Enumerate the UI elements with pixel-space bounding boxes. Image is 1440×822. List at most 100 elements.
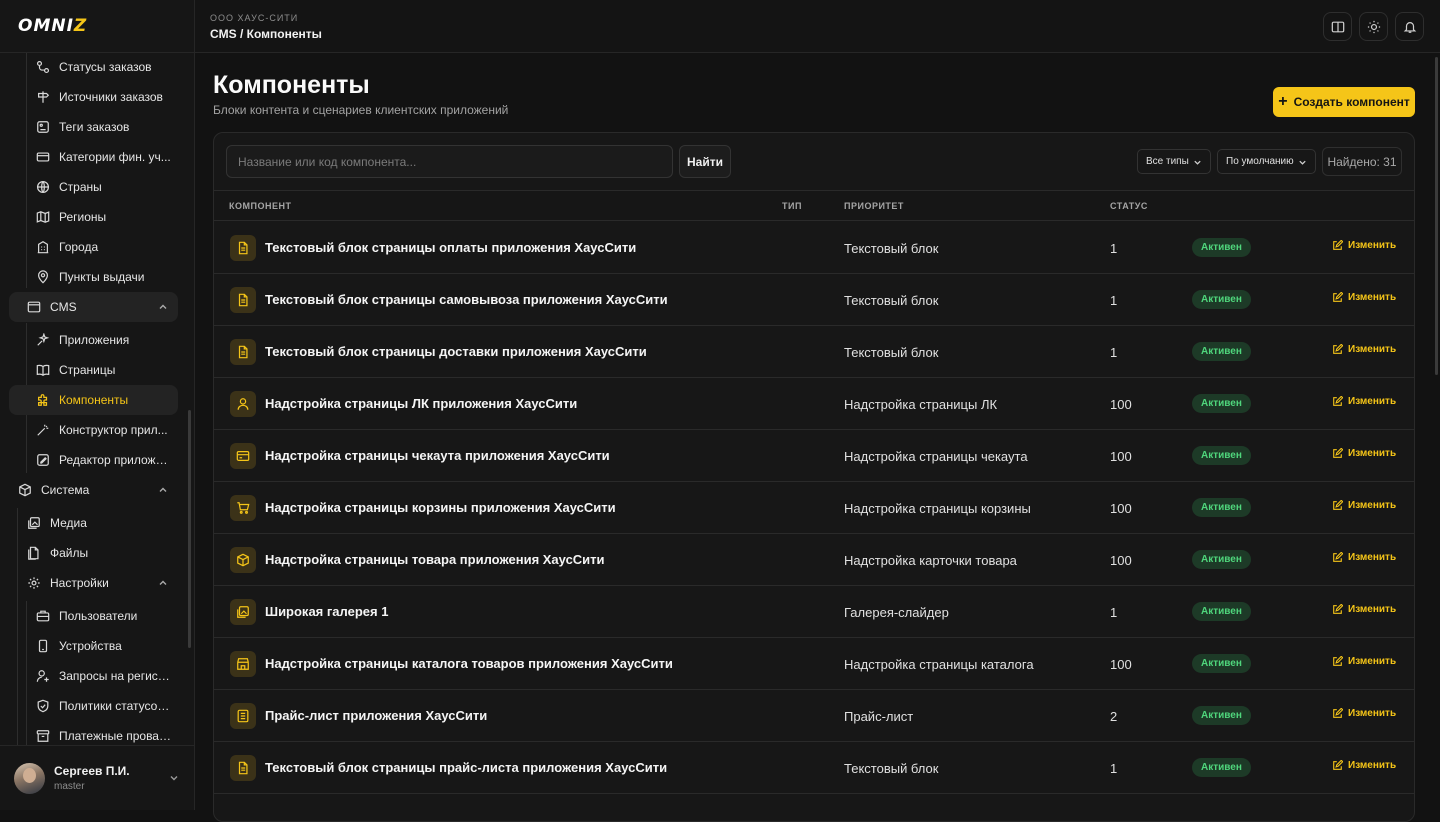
component-name[interactable]: Надстройка страницы ЛК приложения ХаусСи… [265, 396, 577, 411]
search-input[interactable] [226, 145, 673, 178]
sidebar-item-cities[interactable]: Города [0, 232, 180, 262]
create-component-button[interactable]: + Создать компонент [1273, 87, 1415, 117]
component-name[interactable]: Надстройка страницы каталога товаров при… [265, 656, 673, 671]
table-row[interactable]: Текстовый блок страницы самовывоза прило… [214, 274, 1414, 326]
document-icon [238, 293, 248, 307]
table-row[interactable]: Текстовый блок страницы оплаты приложени… [214, 222, 1414, 274]
column-status[interactable]: СТАТУС [1110, 201, 1148, 211]
table-row[interactable]: Надстройка страницы товара приложения Ха… [214, 534, 1414, 586]
find-button[interactable]: Найти [679, 145, 731, 178]
table-row[interactable]: Текстовый блок страницы прайс-листа прил… [214, 742, 1414, 794]
notifications-button[interactable] [1395, 12, 1424, 41]
puzzle-icon [38, 394, 48, 406]
sidebar-item-users[interactable]: Пользователи [0, 601, 180, 631]
main-scrollbar[interactable] [1435, 57, 1438, 375]
sidebar-group-cms[interactable]: CMS [0, 292, 180, 322]
component-priority: 100 [1110, 501, 1132, 516]
table-row[interactable]: Надстройка страницы чекаута приложения Х… [214, 430, 1414, 482]
wand-icon [37, 424, 49, 436]
component-name[interactable]: Текстовый блок страницы прайс-листа прил… [265, 760, 667, 775]
sidebar-item-registration-requests[interactable]: Запросы на регист... [0, 661, 180, 691]
sidebar-group-system[interactable]: Система [0, 475, 180, 505]
sidebar-item-order-tags[interactable]: Теги заказов [0, 112, 180, 142]
sidebar-item-order-statuses[interactable]: Статусы заказов [0, 53, 180, 82]
sidebar-item-order-sources[interactable]: Источники заказов [0, 82, 180, 112]
edit-button[interactable]: Изменить [1332, 760, 1396, 771]
column-type[interactable]: ТИП [782, 201, 802, 211]
sidebar-scrollbar[interactable] [188, 410, 191, 648]
column-priority[interactable]: ПРИОРИТЕТ [844, 201, 904, 211]
media-icon [28, 517, 40, 529]
component-priority: 1 [1110, 241, 1118, 256]
sidebar-item-components[interactable]: Компоненты [0, 385, 180, 415]
pencil-square-icon [1333, 292, 1343, 302]
edit-button[interactable]: Изменить [1332, 292, 1396, 303]
edit-button[interactable]: Изменить [1332, 500, 1396, 511]
component-name[interactable]: Широкая галерея 1 [265, 604, 388, 619]
sort-select[interactable]: По умолчанию [1217, 149, 1316, 174]
sidebar-item-files[interactable]: Файлы [0, 538, 180, 568]
sidebar-item-status-policies[interactable]: Политики статусов... [0, 691, 180, 721]
edit-button[interactable]: Изменить [1332, 656, 1396, 667]
sidebar-item-media[interactable]: Медиа [0, 508, 180, 538]
component-priority: 100 [1110, 657, 1132, 672]
component-name[interactable]: Текстовый блок страницы самовывоза прило… [265, 292, 668, 307]
sidebar-item-regions[interactable]: Регионы [0, 202, 180, 232]
component-name[interactable]: Надстройка страницы чекаута приложения Х… [265, 448, 610, 463]
breadcrumb: CMS / Компоненты [210, 27, 322, 41]
edit-button[interactable]: Изменить [1332, 552, 1396, 563]
status-badge: Активен [1192, 654, 1251, 673]
chevron-down-icon[interactable] [169, 773, 179, 783]
sidebar-item-pages[interactable]: Страницы [0, 355, 180, 385]
pencil-square-icon [1333, 760, 1343, 770]
table-row[interactable]: Надстройка страницы корзины приложения Х… [214, 482, 1414, 534]
edit-button[interactable]: Изменить [1332, 604, 1396, 615]
edit-button[interactable]: Изменить [1332, 708, 1396, 719]
sidebar-item-countries[interactable]: Страны [0, 172, 180, 202]
component-name[interactable]: Надстройка страницы корзины приложения Х… [265, 500, 616, 515]
sidebar-item-app-builder[interactable]: Конструктор прил... [0, 415, 180, 445]
sidebar-item-finance-categories[interactable]: Категории фин. уч... [0, 142, 180, 172]
status-icon [36, 60, 50, 74]
sidebar-group-settings[interactable]: Настройки [0, 568, 180, 598]
user-profile[interactable]: Сергеев П.И. master [0, 745, 195, 810]
component-name[interactable]: Текстовый блок страницы доставки приложе… [265, 344, 647, 359]
component-priority: 100 [1110, 397, 1132, 412]
component-icon [230, 287, 256, 313]
edit-button[interactable]: Изменить [1332, 240, 1396, 251]
omniz-logo[interactable]: OMNIZ [18, 16, 87, 36]
edit-button[interactable]: Изменить [1332, 396, 1396, 407]
sidebar-item-payment-providers[interactable]: Платежные провай... [0, 721, 180, 745]
component-type: Галерея-слайдер [844, 605, 949, 620]
component-priority: 1 [1110, 345, 1118, 360]
card-icon [36, 152, 50, 162]
table-row[interactable]: Надстройка страницы ЛК приложения ХаусСи… [214, 378, 1414, 430]
edit-button[interactable]: Изменить [1332, 344, 1396, 355]
sidebar-item-pickup-points[interactable]: Пункты выдачи [0, 262, 180, 292]
docs-button[interactable] [1323, 12, 1352, 41]
pencil-square-icon [1333, 708, 1343, 718]
table-row[interactable]: Прайс-лист приложения ХаусСити Прайс-лист… [214, 690, 1414, 742]
pencil-square-icon [1333, 396, 1343, 406]
theme-toggle-button[interactable] [1359, 12, 1388, 41]
component-name[interactable]: Прайс-лист приложения ХаусСити [265, 708, 487, 723]
component-priority: 1 [1110, 605, 1118, 620]
table-row[interactable]: Текстовый блок страницы доставки приложе… [214, 326, 1414, 378]
pencil-square-icon [1333, 344, 1343, 354]
sidebar-item-app-editor[interactable]: Редактор приложе... [0, 445, 180, 475]
component-icon [230, 495, 256, 521]
sidebar-item-devices[interactable]: Устройства [0, 631, 180, 661]
sidebar-item-applications[interactable]: Приложения [0, 325, 180, 355]
pencil-square-icon [1333, 604, 1343, 614]
table-row[interactable]: Широкая галерея 1 Галерея-слайдер 1 Активен… [214, 586, 1414, 638]
table-row[interactable]: Надстройка страницы каталога товаров при… [214, 638, 1414, 690]
component-name[interactable]: Надстройка страницы товара приложения Ха… [265, 552, 605, 567]
component-icon [230, 547, 256, 573]
edit-button[interactable]: Изменить [1332, 448, 1396, 459]
column-component[interactable]: КОМПОНЕНТ [229, 201, 291, 211]
status-badge: Активен [1192, 498, 1251, 517]
page-title: Компоненты [213, 71, 370, 99]
type-select[interactable]: Все типы [1137, 149, 1211, 174]
component-type: Надстройка страницы ЛК [844, 397, 998, 412]
component-name[interactable]: Текстовый блок страницы оплаты приложени… [265, 240, 636, 255]
